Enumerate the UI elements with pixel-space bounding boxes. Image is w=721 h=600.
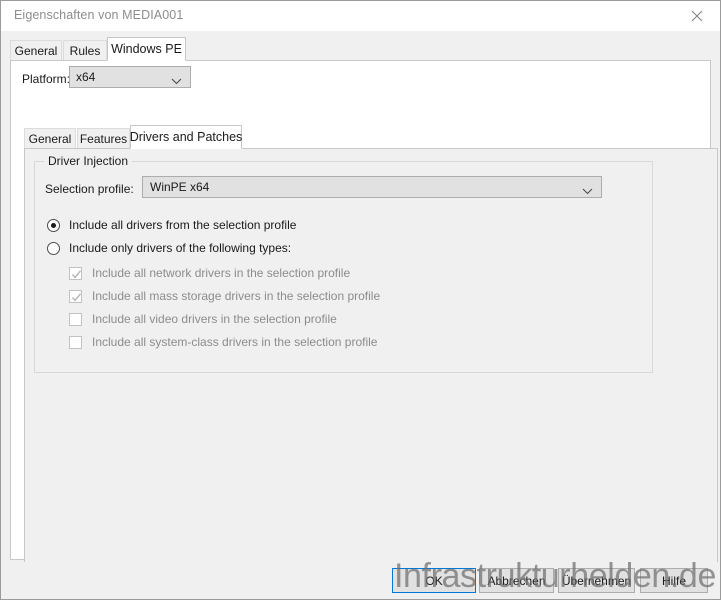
radio-include-only-types[interactable]: Include only drivers of the following ty… — [47, 239, 291, 257]
drivers-and-patches-panel: Driver Injection Selection profile: WinP… — [24, 148, 718, 586]
radio-unselected-icon — [47, 241, 60, 255]
tab-label: Drivers and Patches — [129, 130, 243, 144]
tab-rules[interactable]: Rules — [63, 40, 107, 60]
tab-drivers-and-patches[interactable]: Drivers and Patches — [130, 125, 242, 149]
tab-label: General — [28, 131, 72, 146]
outer-tab-strip: General Rules Windows PE — [10, 37, 710, 61]
checkbox-network-drivers[interactable]: Include all network drivers in the selec… — [69, 264, 350, 282]
checkbox-unchecked-icon — [69, 312, 82, 326]
close-button[interactable] — [674, 1, 720, 30]
inner-tab-strip: General Features Drivers and Patches — [24, 125, 704, 149]
tab-general-inner[interactable]: General — [24, 128, 76, 148]
tab-label: Windows PE — [111, 42, 182, 56]
platform-label: Platform: — [22, 72, 71, 86]
radio-label: Include all drivers from the selection p… — [69, 218, 297, 232]
radio-label: Include only drivers of the following ty… — [69, 241, 292, 255]
apply-button[interactable]: Übernehmen — [558, 568, 635, 593]
tab-label: General — [14, 43, 58, 58]
platform-dropdown[interactable]: x64 — [69, 66, 191, 88]
checkbox-label: Include all system-class drivers in the … — [92, 335, 378, 349]
dialog-client-area: General Rules Windows PE Platform: x64 G… — [1, 31, 720, 599]
tab-label: Features — [79, 131, 128, 146]
tab-features[interactable]: Features — [77, 128, 130, 148]
checkbox-checked-icon — [69, 266, 82, 280]
window-title: Eigenschaften von MEDIA001 — [14, 8, 184, 22]
checkbox-system-class-drivers[interactable]: Include all system-class drivers in the … — [69, 333, 377, 351]
button-label: Übernehmen — [561, 573, 632, 588]
checkbox-mass-storage-drivers[interactable]: Include all mass storage drivers in the … — [69, 287, 380, 305]
checkbox-checked-icon — [69, 289, 82, 303]
button-label: Hilfe — [661, 573, 686, 588]
chevron-down-icon — [171, 74, 182, 88]
checkbox-unchecked-icon — [69, 335, 82, 349]
cancel-button[interactable]: Abbrechen — [479, 568, 554, 593]
selection-profile-label: Selection profile: — [45, 182, 134, 196]
properties-dialog-window: Eigenschaften von MEDIA001 General Rules… — [0, 0, 721, 600]
driver-injection-label: Driver Injection — [44, 154, 133, 168]
checkbox-label: Include all mass storage drivers in the … — [92, 289, 381, 303]
driver-injection-groupbox: Driver Injection Selection profile: WinP… — [34, 154, 653, 373]
button-label: OK — [425, 573, 443, 588]
selection-profile-value: WinPE x64 — [150, 180, 210, 194]
close-icon — [691, 10, 703, 22]
chevron-down-icon — [582, 184, 593, 198]
radio-selected-icon — [47, 218, 60, 232]
tab-general-outer[interactable]: General — [10, 40, 62, 60]
checkbox-video-drivers[interactable]: Include all video drivers in the selecti… — [69, 310, 337, 328]
tab-windows-pe[interactable]: Windows PE — [107, 37, 186, 61]
tab-label: Rules — [69, 43, 101, 58]
dialog-button-bar: OK Abbrechen Übernehmen Hilfe — [1, 562, 720, 599]
button-label: Abbrechen — [487, 573, 546, 588]
radio-include-all-drivers[interactable]: Include all drivers from the selection p… — [47, 216, 296, 234]
checkbox-label: Include all network drivers in the selec… — [92, 266, 351, 280]
windows-pe-tab-panel: Platform: x64 General Features Drivers a… — [10, 60, 718, 586]
checkbox-label: Include all video drivers in the selecti… — [92, 312, 337, 326]
title-bar: Eigenschaften von MEDIA001 — [1, 1, 720, 31]
platform-dropdown-value: x64 — [76, 70, 96, 84]
help-button[interactable]: Hilfe — [640, 568, 708, 593]
selection-profile-dropdown[interactable]: WinPE x64 — [142, 176, 602, 198]
ok-button[interactable]: OK — [392, 568, 476, 593]
